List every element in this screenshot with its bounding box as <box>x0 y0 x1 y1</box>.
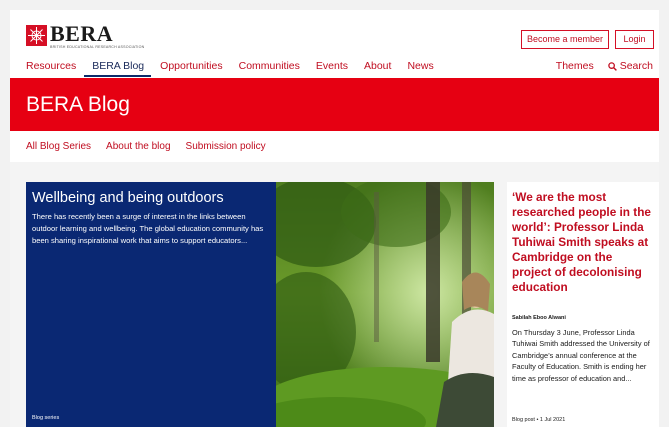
feature-description: There has recently been a surge of inter… <box>32 212 264 245</box>
blog-subnav: All Blog Series About the blog Submissio… <box>26 140 281 153</box>
side-article-author: Sabilah Eboo Alwani <box>512 315 566 321</box>
nav-item-about[interactable]: About <box>364 59 391 77</box>
themes-link[interactable]: Themes <box>556 59 594 73</box>
page-title: BERA Blog <box>26 93 130 116</box>
nav-item-news[interactable]: News <box>407 59 433 77</box>
feature-forest-photo <box>276 182 494 427</box>
become-member-button[interactable]: Become a member <box>521 30 609 49</box>
nav-item-events[interactable]: Events <box>316 59 348 77</box>
nav-item-opportunities[interactable]: Opportunities <box>160 59 222 77</box>
main-nav: Resources BERA Blog Opportunities Commun… <box>26 59 450 77</box>
logo-wordmark: BERA <box>50 21 114 46</box>
nav-item-communities[interactable]: Communities <box>239 59 300 77</box>
search-link[interactable]: Search <box>607 59 653 73</box>
feature-text-panel: Wellbeing and being outdoors There has r… <box>26 182 276 427</box>
side-article-excerpt: On Thursday 3 June, Professor Linda Tuhi… <box>512 328 650 383</box>
logo-mark-icon <box>26 25 47 46</box>
feature-type-tag: Blog series <box>32 415 60 421</box>
nav-item-bera-blog[interactable]: BERA Blog <box>84 59 152 77</box>
login-button[interactable]: Login <box>615 30 654 49</box>
nav-right: Themes Search <box>556 59 653 73</box>
search-label: Search <box>619 60 653 72</box>
subnav-about-the-blog[interactable]: About the blog <box>106 140 171 153</box>
page-frame: BERA BRITISH EDUCATIONAL RESEARCH ASSOCI… <box>10 10 659 427</box>
nav-item-resources[interactable]: Resources <box>26 59 76 77</box>
bera-logo[interactable]: BERA BRITISH EDUCATIONAL RESEARCH ASSOCI… <box>26 21 145 49</box>
side-article-meta: Blog post • 1 Jul 2021 <box>512 417 566 423</box>
blog-banner: BERA Blog <box>10 78 659 131</box>
logo-subtitle: BRITISH EDUCATIONAL RESEARCH ASSOCIATION <box>50 45 145 49</box>
featured-blog-series-card[interactable]: Wellbeing and being outdoors There has r… <box>26 182 494 427</box>
feature-title[interactable]: Wellbeing and being outdoors <box>32 190 224 207</box>
side-article-card[interactable]: ‘We are the most researched people in th… <box>507 182 659 427</box>
search-icon <box>607 61 617 71</box>
subnav-all-blog-series[interactable]: All Blog Series <box>26 140 91 153</box>
subnav-submission-policy[interactable]: Submission policy <box>186 140 266 153</box>
side-article-title[interactable]: ‘We are the most researched people in th… <box>512 190 654 295</box>
